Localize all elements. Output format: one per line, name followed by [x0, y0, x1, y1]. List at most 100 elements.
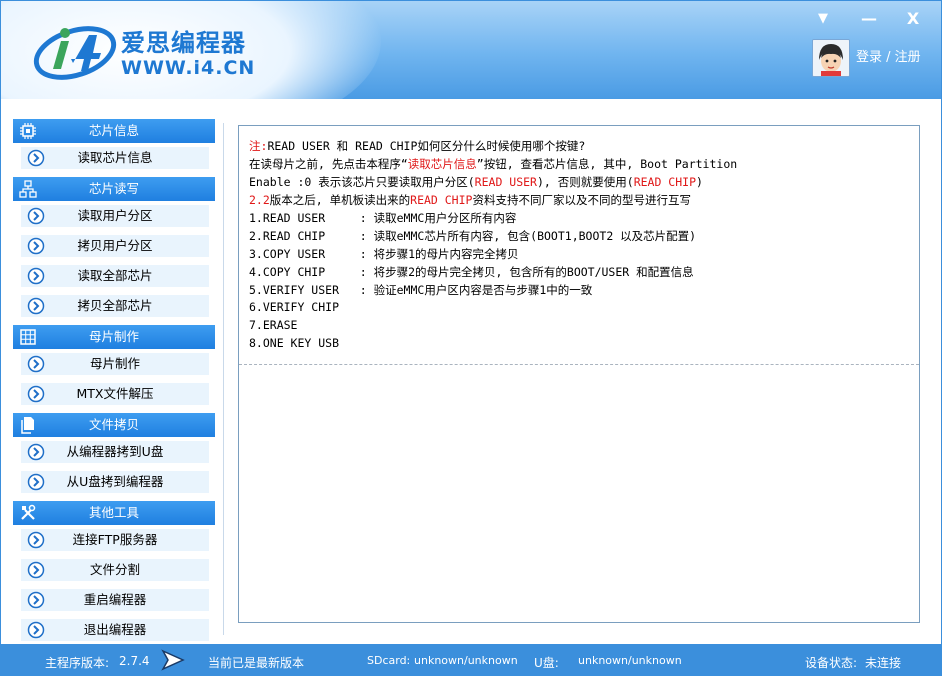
title-bar: 爱思编程器 WWW.i4.CN ▼ — X 登录 / 注册	[1, 1, 941, 99]
info-text: 版本之后, 单机板读出来的	[269, 193, 411, 207]
arrow-right-circle-icon	[27, 443, 45, 461]
category-label: 其他工具	[88, 505, 139, 520]
arrow-right-circle-icon	[27, 621, 45, 639]
sidebar-item-programmer-to-udisk[interactable]: 从编程器拷到U盘	[21, 441, 209, 463]
app-window: 爱思编程器 WWW.i4.CN ▼ — X 登录 / 注册 芯片信息 读取芯片信…	[0, 0, 942, 676]
arrow-right-circle-icon	[27, 385, 45, 403]
arrow-right-circle-icon	[27, 149, 45, 167]
sidebar: 芯片信息 读取芯片信息 芯片读写 读取用户分区 拷贝用户分区 读取全部芯片 拷贝…	[13, 119, 215, 641]
status-bar: 主程序版本: 2.7.4 当前已是最新版本 SDcard: unknown/un…	[1, 644, 941, 675]
sidebar-item-read-all-chip[interactable]: 读取全部芯片	[21, 265, 209, 287]
version-value: 2.7.4	[119, 654, 150, 668]
arrow-right-circle-icon	[27, 207, 45, 225]
sidebar-item-exit-programmer[interactable]: 退出编程器	[21, 619, 209, 641]
divider	[223, 123, 224, 635]
close-button[interactable]: X	[901, 9, 925, 29]
menu-dropdown-button[interactable]: ▼	[811, 9, 835, 29]
arrow-right-circle-icon	[27, 531, 45, 549]
sdcard-value: unknown/unknown	[414, 654, 518, 667]
sidebar-item-read-chip-info[interactable]: 读取芯片信息	[21, 147, 209, 169]
grid-icon	[20, 329, 36, 345]
arrow-right-circle-icon	[27, 297, 45, 315]
brand-name: 爱思编程器	[121, 29, 246, 57]
category-label: 文件拷贝	[88, 417, 139, 432]
step-line: 8.ONE KEY USB	[249, 336, 340, 350]
sidebar-item-label: 重启编程器	[83, 592, 147, 607]
user-avatar[interactable]	[812, 39, 850, 77]
sidebar-item-label: 从编程器拷到U盘	[66, 444, 164, 459]
info-line-4: 2.2版本之后, 单机板读出来的READ CHIP资料支持不同厂家以及不同的型号…	[249, 192, 691, 208]
info-panel: 注:READ USER 和 READ CHIP如何区分什么时候使用哪个按键? 在…	[238, 125, 920, 623]
arrow-right-circle-icon	[27, 267, 45, 285]
info-text: ), 否则就要使用(	[536, 175, 634, 189]
sidebar-item-copy-user-partition[interactable]: 拷贝用户分区	[21, 235, 209, 257]
sidebar-category-chip-info: 芯片信息	[13, 119, 215, 143]
info-text: READ USER 和 READ CHIP如何区分什么时候使用哪个按键?	[267, 139, 586, 153]
login-register-link[interactable]: 登录 / 注册	[856, 46, 921, 65]
udisk-value: unknown/unknown	[578, 654, 682, 667]
cursor-arrow-icon	[161, 649, 185, 671]
info-text: Enable :0 表示该芯片只要读取用户分区(	[249, 175, 475, 189]
step-line: 2.READ CHIP : 读取eMMC芯片所有内容, 包含(BOOT1,BOO…	[249, 229, 697, 243]
sdcard-label: SDcard:	[367, 654, 411, 667]
sidebar-item-read-user-partition[interactable]: 读取用户分区	[21, 205, 209, 227]
sidebar-category-master-making: 母片制作	[13, 325, 215, 349]
sidebar-item-label: 拷贝全部芯片	[77, 298, 153, 313]
minimize-button[interactable]: —	[857, 9, 881, 29]
sidebar-item-label: 连接FTP服务器	[72, 532, 158, 547]
device-status-label: 设备状态:	[805, 656, 858, 670]
info-text: )	[696, 175, 703, 189]
sidebar-item-restart-programmer[interactable]: 重启编程器	[21, 589, 209, 611]
sidebar-item-master-making[interactable]: 母片制作	[21, 353, 209, 375]
arrow-right-circle-icon	[27, 561, 45, 579]
sidebar-item-udisk-to-programmer[interactable]: 从U盘拷到编程器	[21, 471, 209, 493]
note-label: 注:	[249, 139, 268, 153]
arrow-right-circle-icon	[27, 591, 45, 609]
category-label: 芯片信息	[88, 123, 139, 138]
sidebar-item-label: 母片制作	[89, 356, 140, 371]
chip-icon	[20, 123, 36, 139]
update-status: 当前已是最新版本	[208, 656, 305, 670]
sidebar-category-other-tools: 其他工具	[13, 501, 215, 525]
sidebar-item-mtx-extract[interactable]: MTX文件解压	[21, 383, 209, 405]
arrow-right-circle-icon	[27, 237, 45, 255]
sidebar-item-label: 退出编程器	[83, 622, 147, 637]
sidebar-item-label: 拷贝用户分区	[77, 238, 153, 253]
highlight-text: READ USER	[474, 175, 537, 189]
version-label: 主程序版本:	[45, 656, 110, 670]
sidebar-category-file-copy: 文件拷贝	[13, 413, 215, 437]
brand-url: WWW.i4.CN	[121, 57, 256, 79]
step-line: 5.VERIFY USER : 验证eMMC用户区内容是否与步骤1中的一致	[249, 283, 593, 297]
sidebar-item-label: 文件分割	[89, 562, 140, 577]
info-text: ”按钮, 查看芯片信息, 其中, Boot Partition	[476, 157, 738, 171]
arrow-right-circle-icon	[27, 473, 45, 491]
udisk-label: U盘:	[534, 656, 559, 670]
info-line-2: 在读母片之前, 先点击本程序“读取芯片信息”按钮, 查看芯片信息, 其中, Bo…	[249, 156, 737, 172]
step-line: 6.VERIFY CHIP	[249, 300, 340, 314]
step-line: 4.COPY CHIP : 将步骤2的母片完全拷贝, 包含所有的BOOT/USE…	[249, 265, 694, 279]
highlight-text: 读取芯片信息	[407, 157, 477, 171]
info-line-1: 注:READ USER 和 READ CHIP如何区分什么时候使用哪个按键?	[249, 138, 585, 154]
sidebar-item-label: MTX文件解压	[76, 386, 154, 401]
step-line: 7.ERASE	[249, 318, 298, 332]
info-line-3: Enable :0 表示该芯片只要读取用户分区(READ USER), 否则就要…	[249, 174, 703, 190]
sidebar-item-label: 从U盘拷到编程器	[66, 474, 164, 489]
info-text: 在读母片之前, 先点击本程序“	[249, 157, 408, 171]
avatar-face-icon	[813, 40, 849, 76]
step-line: 3.COPY USER : 将步骤1的母片内容完全拷贝	[249, 247, 519, 261]
sidebar-item-label: 读取全部芯片	[77, 268, 153, 283]
network-icon	[19, 180, 37, 198]
sidebar-item-connect-ftp[interactable]: 连接FTP服务器	[21, 529, 209, 551]
category-label: 母片制作	[88, 329, 139, 344]
info-text: 资料支持不同厂家以及不同的型号进行互写	[472, 193, 691, 207]
arrow-right-circle-icon	[27, 355, 45, 373]
highlight-text: READ CHIP	[633, 175, 696, 189]
tools-icon	[21, 504, 36, 520]
sidebar-item-file-split[interactable]: 文件分割	[21, 559, 209, 581]
highlight-text: 2.2	[249, 193, 270, 207]
category-label: 芯片读写	[88, 181, 139, 196]
files-icon	[21, 417, 34, 434]
sidebar-item-copy-all-chip[interactable]: 拷贝全部芯片	[21, 295, 209, 317]
dashed-separator	[239, 364, 919, 365]
sidebar-item-label: 读取芯片信息	[77, 150, 153, 165]
